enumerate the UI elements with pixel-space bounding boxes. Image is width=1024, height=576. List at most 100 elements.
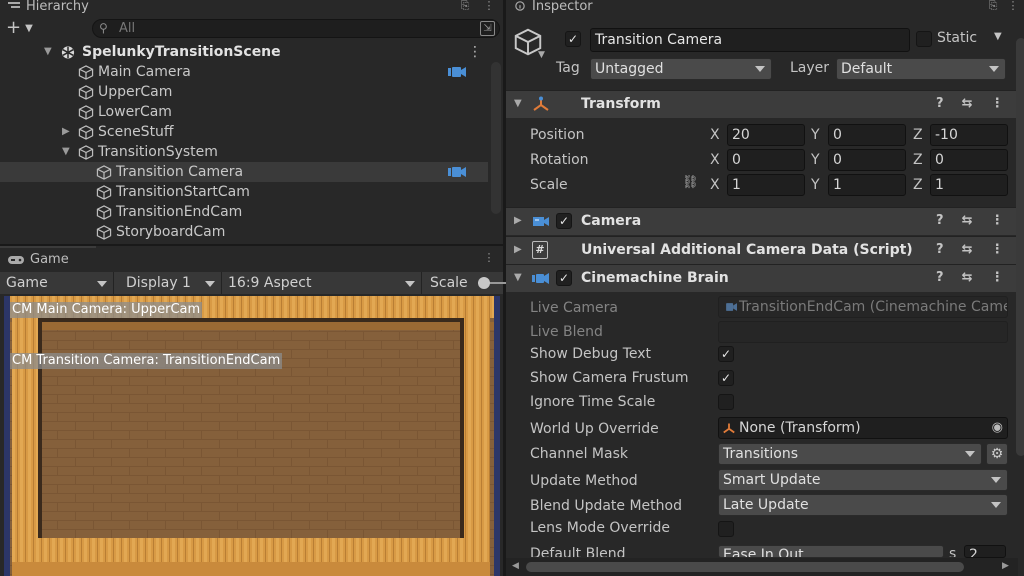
scale-y-field[interactable]: 1 [828, 174, 906, 196]
aspect-dropdown[interactable]: 16:9 Aspect [222, 272, 422, 294]
channel-mask-dropdown[interactable]: Transitions [718, 443, 982, 465]
lock-icon[interactable]: ⎘ [986, 0, 1000, 14]
gear-icon[interactable]: ⚙ [986, 443, 1008, 465]
preset-icon[interactable]: ⇆ [962, 242, 973, 257]
help-icon[interactable]: ? [936, 213, 944, 228]
list-item[interactable]: UpperCam [0, 82, 488, 102]
create-button[interactable]: + ▼ [6, 19, 42, 38]
show-frustum-checkbox[interactable]: ✓ [718, 370, 734, 386]
list-item[interactable]: ▼ TransitionSystem [0, 142, 488, 162]
chevron-down-icon: ▼ [25, 23, 33, 34]
help-icon[interactable]: ? [936, 270, 944, 285]
update-method-dropdown[interactable]: Smart Update [718, 469, 1008, 491]
seconds-label: s [949, 546, 957, 557]
camera-component-header[interactable]: ▶ ✓ Camera ? ⇆ ⋮ [506, 207, 1016, 235]
lock-icon[interactable]: ⎘ [458, 0, 472, 14]
menu-kebab-icon[interactable]: ⋮ [991, 96, 1004, 111]
camera-enabled-checkbox[interactable]: ✓ [556, 213, 572, 229]
vertical-scrollbar[interactable] [1016, 38, 1024, 456]
preset-icon[interactable]: ⇆ [962, 96, 973, 111]
cinemachine-brain-header[interactable]: ▼ ✓ Cinemachine Brain ? ⇆ ⋮ [506, 264, 1016, 292]
tab-inspector[interactable]: Inspector [506, 0, 610, 14]
display-dropdown[interactable]: Display 1 [114, 272, 222, 294]
axis-z-label[interactable]: Z [913, 174, 925, 196]
help-icon[interactable]: ? [936, 96, 944, 111]
object-picker-icon[interactable]: ◉ [992, 418, 1003, 438]
tab-hierarchy[interactable]: Hierarchy [0, 0, 102, 14]
axis-y-label[interactable]: Y [811, 124, 823, 146]
search-type-icon[interactable]: ⇲ [480, 21, 495, 36]
rotation-x-field[interactable]: 0 [727, 149, 805, 171]
ucad-component-header[interactable]: ▶ # Universal Additional Camera Data (Sc… [506, 236, 1016, 264]
brain-enabled-checkbox[interactable]: ✓ [556, 270, 572, 286]
menu-kebab-icon[interactable]: ⋮ [991, 242, 1004, 257]
collapsed-triangle-icon[interactable]: ▶ [62, 122, 70, 142]
chevron-down-icon[interactable]: ▼ [994, 31, 1002, 42]
transform-header[interactable]: ▼ Transform ? ⇆ ⋮ [506, 90, 1016, 118]
tab-game[interactable]: Game [0, 246, 96, 272]
scale-z-field[interactable]: 1 [930, 174, 1008, 196]
menu-kebab-icon[interactable]: ⋮ [991, 270, 1004, 285]
menu-kebab-icon[interactable]: ⋮ [468, 42, 482, 62]
active-checkbox[interactable]: ✓ [565, 31, 581, 47]
slider-thumb[interactable] [478, 277, 490, 289]
static-checkbox[interactable] [916, 31, 932, 47]
horizontal-scrollbar-thumb[interactable] [526, 562, 964, 572]
default-blend-dropdown[interactable]: Ease In Out [718, 545, 944, 558]
help-icon[interactable]: ? [936, 242, 944, 257]
expand-triangle-icon[interactable]: ▼ [44, 42, 52, 62]
scroll-left-icon[interactable]: ◀ [512, 561, 519, 571]
hierarchy-scrollbar[interactable] [491, 62, 501, 214]
axis-x-label[interactable]: X [710, 149, 722, 171]
position-x-field[interactable]: 20 [727, 124, 805, 146]
tag-dropdown[interactable]: Untagged [590, 58, 772, 80]
game-viewport[interactable]: CM Main Camera: UpperCam CM Transition C… [4, 296, 500, 576]
chevron-down-icon[interactable]: ▼ [538, 50, 545, 60]
preset-icon[interactable]: ⇆ [962, 270, 973, 285]
rotation-y-field[interactable]: 0 [828, 149, 906, 171]
list-item[interactable]: LowerCam [0, 102, 488, 122]
scale-slider[interactable]: Scale [422, 272, 508, 294]
gameobject-cube-icon [96, 225, 112, 240]
menu-kebab-icon[interactable]: ⋮ [1006, 0, 1020, 14]
search-placeholder: All [119, 21, 136, 36]
list-item[interactable]: ▼ SpelunkyTransitionScene ⋮ [0, 42, 488, 62]
axis-y-label[interactable]: Y [811, 174, 823, 196]
game-mode-dropdown[interactable]: Game [0, 272, 114, 294]
position-z-field[interactable]: -10 [930, 124, 1008, 146]
layer-dropdown[interactable]: Default [836, 58, 1006, 80]
scale-x-field[interactable]: 1 [727, 174, 805, 196]
ignore-time-scale-checkbox[interactable] [718, 394, 734, 410]
menu-kebab-icon[interactable]: ⋮ [482, 252, 496, 266]
blend-update-dropdown[interactable]: Late Update [718, 494, 1008, 516]
list-item[interactable]: StoryboardCam [0, 222, 488, 242]
blend-time-field[interactable]: 2 [964, 545, 1006, 558]
item-label: LowerCam [98, 104, 172, 120]
list-item-selected[interactable]: Transition Camera [0, 162, 488, 182]
constrain-proportions-icon[interactable]: ⛓ [682, 175, 699, 190]
lens-mode-checkbox[interactable] [718, 521, 734, 537]
scroll-right-icon[interactable]: ▶ [1002, 561, 1009, 571]
rotation-z-field[interactable]: 0 [930, 149, 1008, 171]
axis-y-label[interactable]: Y [811, 149, 823, 171]
expand-triangle-icon[interactable]: ▼ [62, 142, 70, 162]
list-item[interactable]: Main Camera [0, 62, 488, 82]
tab-label: Inspector [532, 0, 593, 14]
axis-z-label[interactable]: Z [913, 124, 925, 146]
position-y-field[interactable]: 0 [828, 124, 906, 146]
axis-x-label[interactable]: X [710, 124, 722, 146]
tag-label: Tag [556, 60, 580, 76]
preset-icon[interactable]: ⇆ [962, 213, 973, 228]
list-item[interactable]: TransitionEndCam [0, 202, 488, 222]
list-item[interactable]: TransitionStartCam [0, 182, 488, 202]
object-name-field[interactable]: Transition Camera [590, 28, 910, 52]
world-up-field[interactable]: None (Transform) ◉ [718, 417, 1008, 439]
axis-x-label[interactable]: X [710, 174, 722, 196]
menu-kebab-icon[interactable]: ⋮ [991, 213, 1004, 228]
list-item[interactable]: ▶ SceneStuff [0, 122, 488, 142]
axis-z-label[interactable]: Z [913, 149, 925, 171]
menu-kebab-icon[interactable]: ⋮ [482, 0, 496, 14]
show-frustum-label: Show Camera Frustum [530, 370, 689, 386]
show-debug-text-checkbox[interactable]: ✓ [718, 346, 734, 362]
search-input[interactable]: ⚲ All ⇲ [92, 19, 500, 38]
